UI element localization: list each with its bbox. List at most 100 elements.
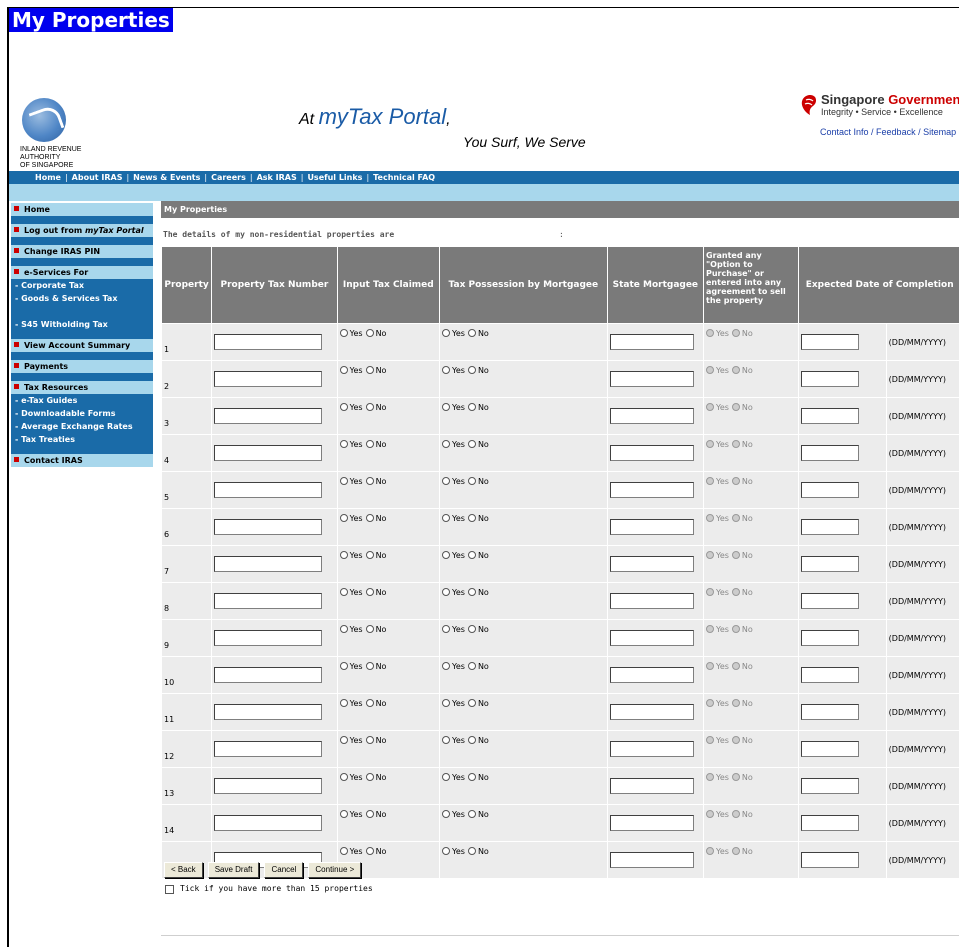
nav-technical-faq[interactable]: Technical FAQ: [373, 173, 435, 182]
possession-yes-radio[interactable]: [442, 662, 451, 670]
cancel-button[interactable]: Cancel: [264, 862, 304, 878]
possession-yes-radio[interactable]: [442, 329, 451, 337]
completion-date-input[interactable]: [801, 445, 860, 461]
sidebar-item-gst[interactable]: - Goods & Services Tax: [11, 292, 153, 318]
possession-yes-radio[interactable]: [442, 366, 451, 374]
sidebar-item-home[interactable]: Home: [11, 203, 153, 216]
input-tax-yes-radio[interactable]: [339, 736, 348, 744]
tax-number-input[interactable]: [214, 482, 323, 498]
sidebar-item-contact[interactable]: Contact IRAS: [11, 454, 153, 467]
tax-number-input[interactable]: [214, 741, 323, 757]
nav-useful-links[interactable]: Useful Links: [307, 173, 362, 182]
tax-number-input[interactable]: [214, 408, 323, 424]
state-mortgagee-input[interactable]: [609, 741, 694, 757]
state-mortgagee-input[interactable]: [609, 408, 694, 424]
nav-home[interactable]: Home: [35, 173, 61, 182]
input-tax-no-radio[interactable]: [365, 477, 374, 485]
input-tax-yes-radio[interactable]: [339, 514, 348, 522]
sitemap-link[interactable]: Sitemap: [923, 127, 956, 137]
input-tax-yes-radio[interactable]: [339, 847, 348, 855]
possession-no-radio[interactable]: [467, 440, 476, 448]
sidebar-item-tax-treaties[interactable]: - Tax Treaties: [11, 433, 153, 446]
state-mortgagee-input[interactable]: [609, 556, 694, 572]
possession-no-radio[interactable]: [467, 588, 476, 596]
nav-ask-iras[interactable]: Ask IRAS: [257, 173, 297, 182]
tax-number-input[interactable]: [214, 704, 323, 720]
input-tax-yes-radio[interactable]: [339, 699, 348, 707]
input-tax-yes-radio[interactable]: [339, 477, 348, 485]
contact-info-link[interactable]: Contact Info: [820, 127, 869, 137]
completion-date-input[interactable]: [801, 852, 860, 868]
possession-no-radio[interactable]: [467, 625, 476, 633]
completion-date-input[interactable]: [801, 741, 860, 757]
nav-careers[interactable]: Careers: [211, 173, 246, 182]
possession-no-radio[interactable]: [467, 736, 476, 744]
completion-date-input[interactable]: [801, 778, 860, 794]
possession-yes-radio[interactable]: [442, 699, 451, 707]
input-tax-yes-radio[interactable]: [339, 366, 348, 374]
continue-button[interactable]: Continue >: [308, 862, 362, 878]
input-tax-no-radio[interactable]: [365, 551, 374, 559]
possession-yes-radio[interactable]: [442, 477, 451, 485]
completion-date-input[interactable]: [801, 371, 860, 387]
possession-yes-radio[interactable]: [442, 588, 451, 596]
input-tax-no-radio[interactable]: [365, 699, 374, 707]
completion-date-input[interactable]: [801, 630, 860, 646]
possession-yes-radio[interactable]: [442, 810, 451, 818]
nav-news-events[interactable]: News & Events: [133, 173, 200, 182]
input-tax-yes-radio[interactable]: [339, 773, 348, 781]
tax-number-input[interactable]: [214, 778, 323, 794]
input-tax-no-radio[interactable]: [365, 329, 374, 337]
input-tax-no-radio[interactable]: [365, 588, 374, 596]
possession-yes-radio[interactable]: [442, 514, 451, 522]
sidebar-item-change-pin[interactable]: Change IRAS PIN: [11, 245, 153, 258]
state-mortgagee-input[interactable]: [609, 852, 694, 868]
sidebar-item-downloadable-forms[interactable]: - Downloadable Forms: [11, 407, 153, 420]
input-tax-no-radio[interactable]: [365, 773, 374, 781]
possession-no-radio[interactable]: [467, 477, 476, 485]
input-tax-yes-radio[interactable]: [339, 440, 348, 448]
input-tax-no-radio[interactable]: [365, 366, 374, 374]
state-mortgagee-input[interactable]: [609, 482, 694, 498]
sidebar-item-corporate-tax[interactable]: - Corporate Tax: [11, 279, 153, 292]
input-tax-yes-radio[interactable]: [339, 329, 348, 337]
completion-date-input[interactable]: [801, 667, 860, 683]
possession-no-radio[interactable]: [467, 699, 476, 707]
possession-no-radio[interactable]: [467, 847, 476, 855]
state-mortgagee-input[interactable]: [609, 519, 694, 535]
input-tax-no-radio[interactable]: [365, 662, 374, 670]
input-tax-no-radio[interactable]: [365, 440, 374, 448]
possession-yes-radio[interactable]: [442, 625, 451, 633]
possession-yes-radio[interactable]: [442, 551, 451, 559]
input-tax-no-radio[interactable]: [365, 847, 374, 855]
tax-number-input[interactable]: [214, 371, 323, 387]
sidebar-item-exchange-rates[interactable]: - Average Exchange Rates: [11, 420, 153, 433]
state-mortgagee-input[interactable]: [609, 593, 694, 609]
state-mortgagee-input[interactable]: [609, 815, 694, 831]
state-mortgagee-input[interactable]: [609, 371, 694, 387]
tax-number-input[interactable]: [214, 556, 323, 572]
tax-number-input[interactable]: [214, 815, 323, 831]
completion-date-input[interactable]: [801, 519, 860, 535]
state-mortgagee-input[interactable]: [609, 334, 694, 350]
state-mortgagee-input[interactable]: [609, 445, 694, 461]
sidebar-item-view-account[interactable]: View Account Summary: [11, 339, 153, 352]
sidebar-item-logout[interactable]: Log out from myTax Portal: [11, 224, 153, 237]
possession-yes-radio[interactable]: [442, 736, 451, 744]
iras-logo[interactable]: INLAND REVENUE AUTHORITY OF SINGAPORE: [20, 98, 81, 170]
completion-date-input[interactable]: [801, 704, 860, 720]
possession-no-radio[interactable]: [467, 773, 476, 781]
tax-number-input[interactable]: [214, 593, 323, 609]
state-mortgagee-input[interactable]: [609, 704, 694, 720]
feedback-link[interactable]: Feedback: [876, 127, 916, 137]
state-mortgagee-input[interactable]: [609, 778, 694, 794]
possession-no-radio[interactable]: [467, 366, 476, 374]
completion-date-input[interactable]: [801, 482, 860, 498]
state-mortgagee-input[interactable]: [609, 630, 694, 646]
back-button[interactable]: < Back: [164, 862, 203, 878]
save-draft-button[interactable]: Save Draft: [207, 862, 260, 878]
tax-number-input[interactable]: [214, 630, 323, 646]
input-tax-yes-radio[interactable]: [339, 403, 348, 411]
nav-about-iras[interactable]: About IRAS: [72, 173, 123, 182]
possession-no-radio[interactable]: [467, 551, 476, 559]
